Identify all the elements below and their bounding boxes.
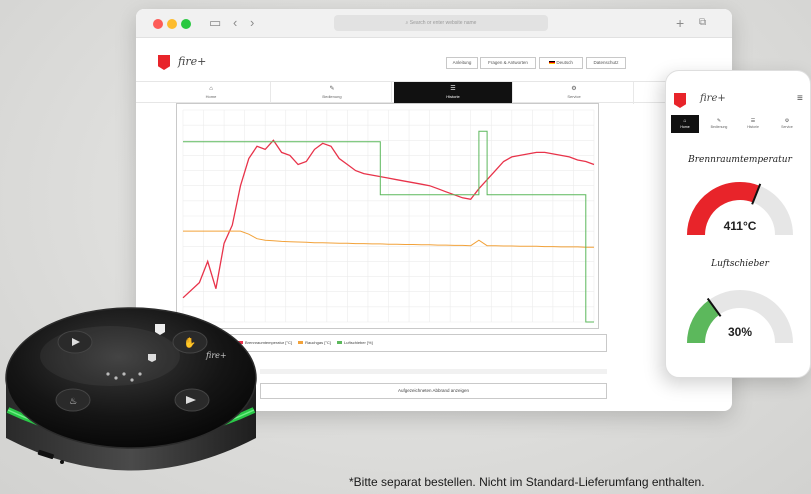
tabs-icon[interactable]: ⧉ xyxy=(699,15,706,31)
indicator-dot xyxy=(106,372,110,376)
tab-label: Bedienung xyxy=(322,94,342,99)
indicator-dot xyxy=(122,372,126,376)
plus-icon[interactable]: + xyxy=(676,15,684,31)
hand-button[interactable]: ✋ xyxy=(172,330,208,354)
maximize-window-button[interactable] xyxy=(181,19,191,29)
language-select[interactable]: Deutsch xyxy=(539,57,583,69)
device-port-dot xyxy=(60,460,64,464)
gear-icon: ⚙ xyxy=(784,118,790,124)
nav-button-datenschutz[interactable]: Datenschutz xyxy=(586,57,626,69)
history-chart-svg xyxy=(182,109,595,323)
tab-historie[interactable]: ☰ Historie xyxy=(739,115,767,133)
gauge-title-air-damper: Luftschieber xyxy=(711,259,769,269)
gear-icon: ⚙ xyxy=(571,86,577,92)
tab-service[interactable]: ⚙ Service xyxy=(515,82,634,104)
browser-titlebar: ▭ ‹ › ⌕ Search or enter website name + ⧉ xyxy=(136,9,732,38)
air-damper-value: 30% xyxy=(727,325,753,339)
flag-icon xyxy=(549,61,556,65)
sidebar-icon[interactable]: ▭ xyxy=(209,15,221,31)
footnote-disclaimer: *Bitte separat bestellen. Nicht im Stand… xyxy=(349,475,705,489)
chevron-left-icon[interactable]: ‹ xyxy=(233,15,237,31)
brand-name: fire+ xyxy=(178,55,207,68)
arrow-right-button[interactable] xyxy=(174,388,210,412)
nav-button-faq[interactable]: Fragen & Antworten xyxy=(480,57,536,69)
indicator-dot xyxy=(138,372,142,376)
phone-tabs: ⌂ Home ✎ Bedienung ☰ Historie ⚙ Service xyxy=(671,115,810,133)
flame-button[interactable]: ♨ xyxy=(55,388,91,412)
brand-name: fire+ xyxy=(700,93,726,104)
wrench-icon: ✎ xyxy=(329,86,335,92)
play-button[interactable] xyxy=(57,330,93,354)
home-icon: ⌂ xyxy=(209,86,213,92)
language-label: Deutsch xyxy=(556,60,573,65)
url-bar[interactable]: ⌕ Search or enter website name xyxy=(334,15,548,31)
temperature-gauge xyxy=(687,182,793,236)
nav-button-anleitung[interactable]: Anleitung xyxy=(446,57,478,69)
tab-label: Historie xyxy=(747,125,759,129)
gauge-title-temperature: Brennraumtemperatur xyxy=(688,155,792,165)
search-icon: ⌕ xyxy=(405,20,409,26)
tab-bedienung[interactable]: ✎ Bedienung xyxy=(705,115,733,133)
legend-item: Luftschieber [%] xyxy=(344,340,373,345)
tab-historie[interactable]: ☰ Historie xyxy=(394,82,513,104)
divider-bar xyxy=(260,369,607,374)
hamburger-menu-icon[interactable]: ≡ xyxy=(797,93,803,104)
tab-label: Service xyxy=(567,94,581,99)
wrench-icon: ✎ xyxy=(716,118,722,124)
site-header: fire+ Anleitung Fragen & Antworten Deuts… xyxy=(136,38,732,80)
url-placeholder: Search or enter website name xyxy=(409,20,477,26)
indicator-dot xyxy=(130,378,134,382)
show-recorded-burn-button[interactable]: Aufgezeichneten Abbrand anzeigen xyxy=(260,383,607,399)
tab-home[interactable]: ⌂ Home xyxy=(152,82,271,104)
air-damper-gauge xyxy=(687,290,793,344)
legend-item: Rauchgas [°C] xyxy=(305,340,331,345)
fire-logo-icon xyxy=(158,55,170,70)
history-icon: ☰ xyxy=(750,118,756,124)
chevron-right-icon[interactable]: › xyxy=(250,15,254,31)
device-brand-mark: fire+ xyxy=(205,351,227,360)
fire-plus-control-device: ✋ ♨ fire+ xyxy=(5,307,257,471)
phone-mockup: fire+ ≡ ⌂ Home ✎ Bedienung ☰ Historie ⚙ … xyxy=(665,70,811,378)
minimize-window-button[interactable] xyxy=(167,19,177,29)
fire-logo-icon xyxy=(674,93,686,108)
tab-label: Service xyxy=(781,125,793,129)
flame-icon: ♨ xyxy=(69,397,77,407)
device-top-sheen xyxy=(40,326,180,386)
temperature-value: 411°C xyxy=(723,219,757,233)
tab-label: Historie xyxy=(446,94,460,99)
tab-label: Home xyxy=(680,125,690,129)
tab-home[interactable]: ⌂ Home xyxy=(671,115,699,133)
tab-service[interactable]: ⚙ Service xyxy=(773,115,801,133)
hand-icon: ✋ xyxy=(184,336,196,349)
legend-swatch-green xyxy=(337,341,343,345)
indicator-dot xyxy=(114,376,118,380)
home-icon: ⌂ xyxy=(683,118,687,124)
history-icon: ☰ xyxy=(450,86,456,92)
history-chart xyxy=(176,103,599,329)
tab-label: Home xyxy=(205,94,217,99)
tab-bedienung[interactable]: ✎ Bedienung xyxy=(273,82,392,104)
tab-label: Bedienung xyxy=(710,125,728,129)
main-tabs: ⌂ Home ✎ Bedienung ☰ Historie ⚙ Service xyxy=(136,81,732,104)
close-window-button[interactable] xyxy=(153,19,163,29)
legend-swatch-orange xyxy=(298,341,304,345)
